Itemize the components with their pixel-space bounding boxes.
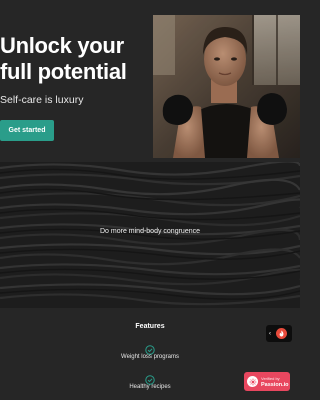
hero-title: Unlock your full potential [0, 33, 127, 84]
chevron-left-icon: ‹ [269, 330, 271, 337]
hero-subtitle: Self-care is luxury [0, 94, 84, 106]
features-title: Features [135, 323, 165, 330]
badge-text: Verified by Passion.io [261, 376, 289, 388]
mind-body-banner [0, 162, 300, 308]
sand-dunes-background [0, 162, 300, 308]
flame-icon [276, 328, 287, 339]
check-circle-icon [145, 342, 155, 355]
banner-text: Do more mind-body congruence [100, 228, 200, 235]
side-widget-button[interactable]: ‹ [266, 325, 292, 342]
woman-boxer-photo [153, 15, 300, 158]
verified-by-passion-badge[interactable]: Verified by Passion.io [244, 372, 290, 391]
check-circle-icon [145, 372, 155, 385]
get-started-button[interactable]: Get started [0, 120, 54, 141]
hero-photo [153, 15, 300, 158]
feature-item-weight-loss: Weight loss programs [121, 354, 179, 360]
badge-brand: Passion.io [261, 381, 289, 388]
passion-logo-icon [247, 376, 258, 387]
